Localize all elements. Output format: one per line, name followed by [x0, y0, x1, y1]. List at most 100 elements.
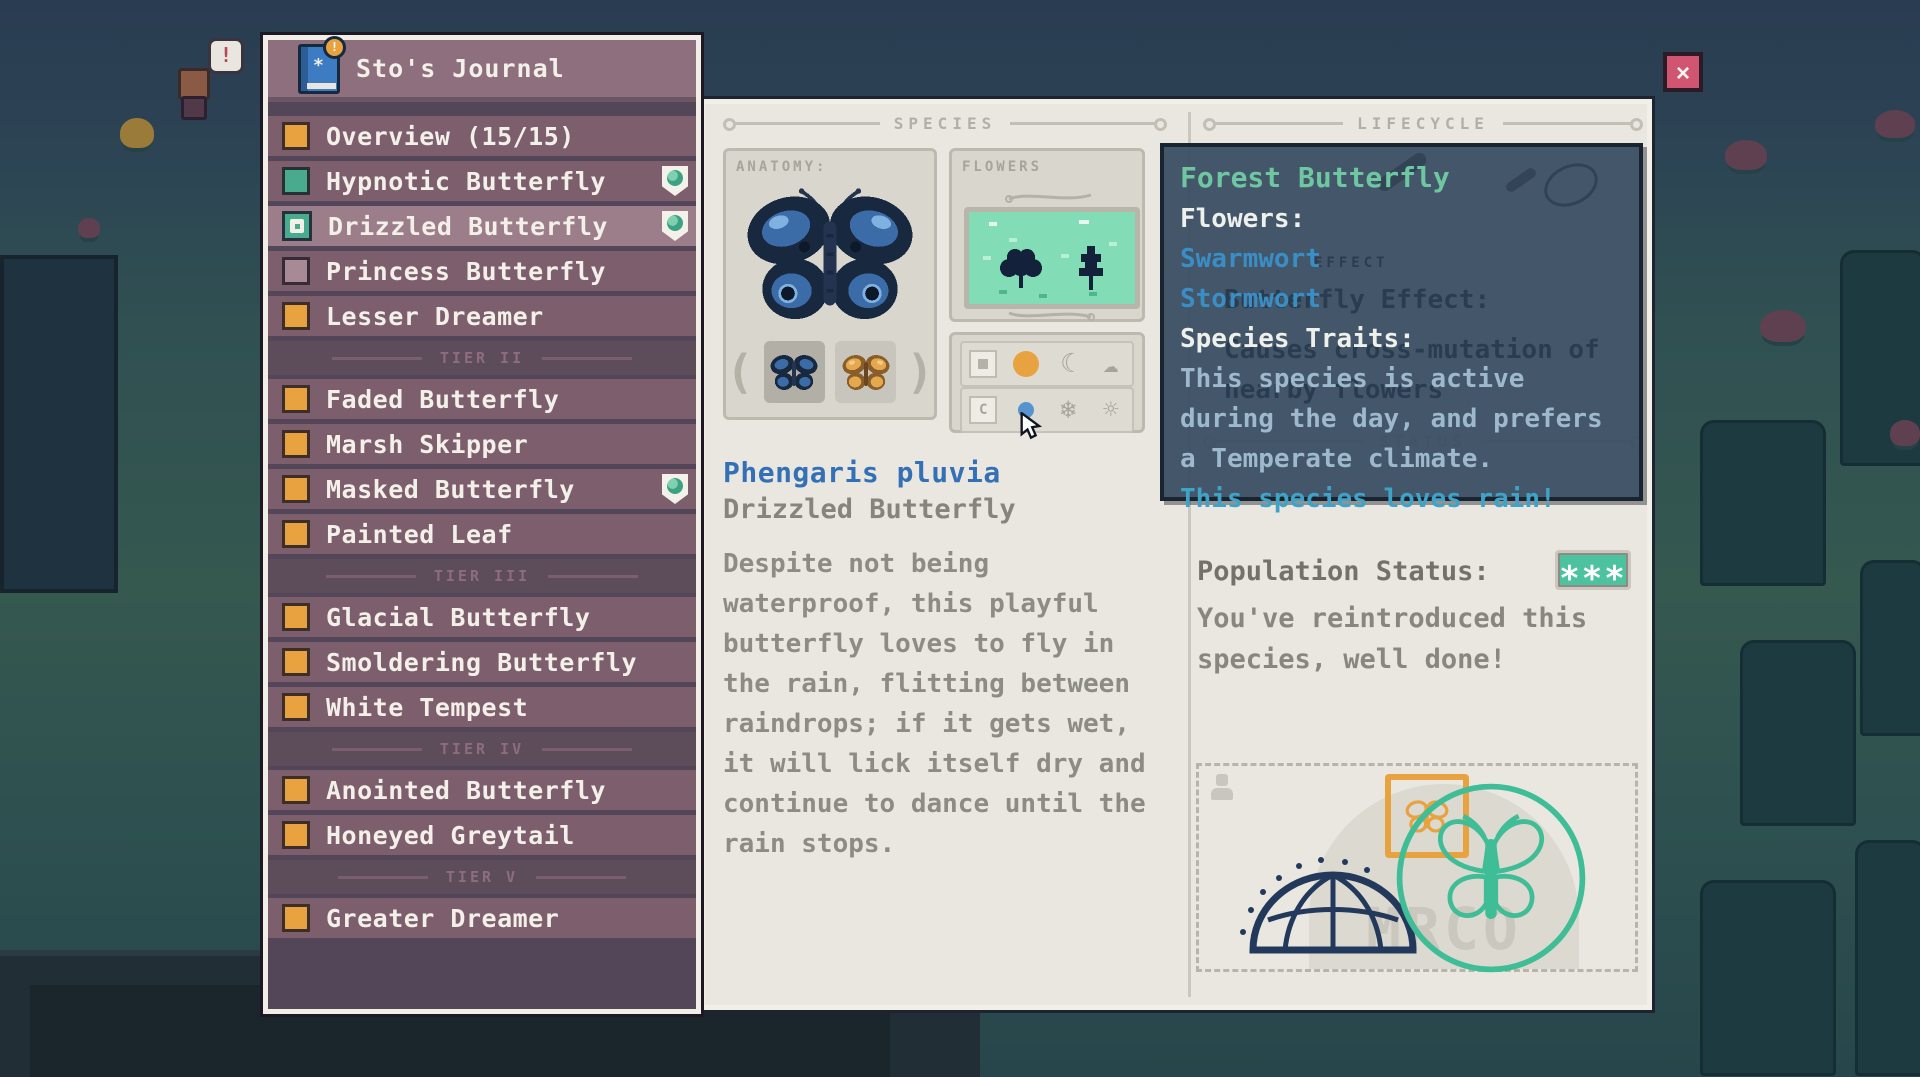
- entry-chip-icon: [282, 821, 310, 849]
- background-bush: [1890, 420, 1920, 446]
- curl-decor: [1005, 191, 1095, 203]
- time-of-day-row: ☾ ☁: [960, 341, 1134, 387]
- journal-title: Sto's Journal: [356, 54, 565, 83]
- entry-chip-icon: [282, 302, 310, 330]
- flower-silhouettes-art: [969, 212, 1135, 304]
- person-icon: [1209, 774, 1235, 804]
- sidebar-item-hypnotic-butterfly[interactable]: Hypnotic Butterfly: [268, 161, 696, 201]
- flower-link-stormwort[interactable]: Stormwort: [1180, 279, 1321, 319]
- sidebar-item-smoldering-butterfly[interactable]: Smoldering Butterfly: [268, 642, 696, 682]
- variant-blue-tile[interactable]: [764, 341, 825, 403]
- background-tree: [1740, 640, 1856, 826]
- population-status-label: Population Status:: [1197, 556, 1490, 587]
- background-bush: [1875, 110, 1915, 138]
- sidebar-item-greater-dreamer[interactable]: Greater Dreamer: [268, 898, 696, 938]
- variant-orange-tile[interactable]: [835, 341, 896, 403]
- population-stars-badge: ***: [1555, 550, 1631, 590]
- climate-label-icon: C: [962, 396, 1005, 424]
- tier-divider: Tier IV: [268, 732, 696, 766]
- flower-link-swarmwort[interactable]: Swarmwort: [1180, 239, 1321, 279]
- cloud-icon[interactable]: ☁: [1090, 351, 1133, 377]
- reintroduced-badge-icon: [662, 211, 688, 241]
- bracket-decor: ): [906, 342, 934, 402]
- sun-icon[interactable]: [1005, 351, 1048, 377]
- rain-icon[interactable]: [1005, 402, 1048, 418]
- mouse-cursor: [1019, 412, 1043, 440]
- entry-chip-icon: [282, 430, 310, 458]
- population-status-message: You've reintroduced this species, well d…: [1197, 598, 1637, 680]
- anatomy-box: Anatomy:: [723, 148, 937, 420]
- dim-sun-icon[interactable]: ☼: [1090, 397, 1133, 423]
- flowers-box: Flowers: [949, 148, 1145, 322]
- background-tree: [1700, 880, 1836, 1076]
- journal-detail-panel: Species Anatomy:: [700, 99, 1652, 1010]
- reintroduction-stamp-box: MRCO: [1196, 763, 1638, 972]
- tier-divider: Tier III: [268, 559, 696, 593]
- sidebar-item-princess-butterfly[interactable]: Princess Butterfly: [268, 251, 696, 291]
- journal-header: * ! Sto's Journal: [268, 40, 696, 102]
- tooltip-rain-trait: This species loves rain!: [1180, 479, 1623, 519]
- background-tree: [1700, 420, 1826, 586]
- sidebar-item-faded-butterfly[interactable]: Faded Butterfly: [268, 379, 696, 419]
- background-tree: [1855, 840, 1920, 1076]
- moon-icon[interactable]: ☾: [1047, 351, 1090, 377]
- variant-selector: (: [726, 341, 934, 403]
- sidebar-item-marsh-skipper[interactable]: Marsh Skipper: [268, 424, 696, 464]
- background-building: [0, 255, 118, 593]
- background-tree: [1860, 560, 1920, 736]
- entry-chip-icon: [282, 693, 310, 721]
- game-screen: ! * ! Sto's Journal Overview (15/15) Hyp…: [0, 0, 1920, 1077]
- butterfly-anatomy-art: [737, 181, 923, 331]
- journal-entry-list: Overview (15/15) Hypnotic Butterfly Driz…: [268, 102, 696, 1009]
- entry-chip-icon: [282, 475, 310, 503]
- sidebar-item-masked-butterfly[interactable]: Masked Butterfly: [268, 469, 696, 509]
- curl-decor: [1005, 309, 1095, 321]
- entry-chip-icon: [282, 122, 310, 150]
- tooltip-flowers-heading: Flowers:: [1180, 199, 1623, 239]
- background-flower: [78, 218, 100, 238]
- entry-chip-icon: [282, 257, 310, 285]
- player-character: [172, 62, 212, 120]
- tooltip-traits-heading: Species Traits:: [1180, 319, 1623, 359]
- sidebar-item-glacial-butterfly[interactable]: Glacial Butterfly: [268, 597, 696, 637]
- tier-divider: Tier V: [268, 860, 696, 894]
- selected-entry-checkbox-icon: [282, 211, 312, 241]
- common-name: Drizzled Butterfly: [723, 494, 1016, 525]
- species-description: Despite not being waterproof, this playf…: [723, 544, 1175, 864]
- entry-chip-icon: [282, 603, 310, 631]
- sidebar-item-honeyed-greytail[interactable]: Honeyed Greytail: [268, 815, 696, 855]
- entry-chip-icon: [282, 167, 310, 195]
- notification-badge: !: [323, 36, 346, 59]
- tooltip-species-title: Forest Butterfly: [1180, 157, 1623, 199]
- sidebar-item-lesser-dreamer[interactable]: Lesser Dreamer: [268, 296, 696, 336]
- climate-row: C ❄ ☼: [960, 387, 1134, 433]
- flower-habitat-picture: [964, 207, 1140, 309]
- journal-book-icon: * !: [298, 44, 340, 94]
- lifecycle-section-header: Lifecycle: [1205, 114, 1641, 133]
- sidebar-item-white-tempest[interactable]: White Tempest: [268, 687, 696, 727]
- time-label-icon: [962, 350, 1005, 378]
- entry-chip-icon: [282, 520, 310, 548]
- blue-variant-butterfly-icon: [768, 349, 820, 395]
- sidebar-item-anointed-butterfly[interactable]: Anointed Butterfly: [268, 770, 696, 810]
- alert-speech-bubble: !: [208, 38, 244, 74]
- background-flower: [120, 118, 154, 148]
- background-bush: [1725, 140, 1767, 170]
- species-tooltip: Effect Butterfly Effect: Causes cross-mu…: [1160, 143, 1643, 501]
- sidebar-item-overview[interactable]: Overview (15/15): [268, 116, 696, 156]
- close-button[interactable]: ×: [1663, 52, 1703, 92]
- snowflake-icon[interactable]: ❄: [1047, 397, 1090, 423]
- reintroduced-badge-icon: [662, 474, 688, 504]
- conditions-box: ☾ ☁ C ❄ ☼: [949, 332, 1145, 433]
- sidebar-item-painted-leaf[interactable]: Painted Leaf: [268, 514, 696, 554]
- bracket-decor: (: [726, 342, 754, 402]
- sidebar-item-drizzled-butterfly[interactable]: Drizzled Butterfly: [268, 206, 696, 246]
- entry-chip-icon: [282, 776, 310, 804]
- scientific-name-link[interactable]: Phengaris pluvia: [723, 456, 1001, 489]
- teal-seal-art: [1391, 778, 1591, 978]
- entry-chip-icon: [282, 904, 310, 932]
- entry-chip-icon: [282, 648, 310, 676]
- tier-divider: Tier II: [268, 341, 696, 375]
- entry-chip-icon: [282, 385, 310, 413]
- background-bush: [1760, 310, 1806, 342]
